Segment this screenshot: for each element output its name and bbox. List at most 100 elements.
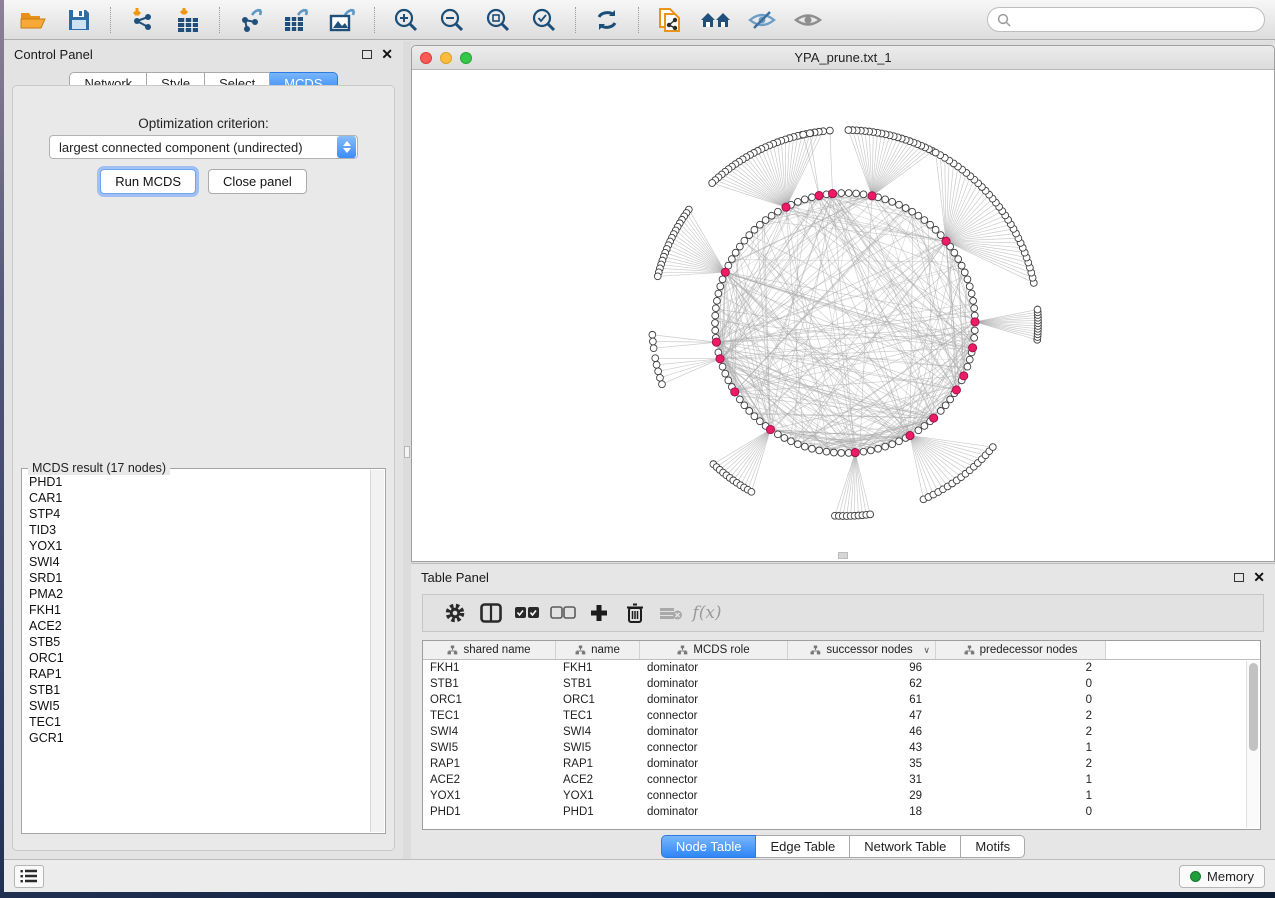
result-list-item[interactable]: TID3 bbox=[29, 522, 370, 538]
cell-name[interactable]: SWI4 bbox=[556, 724, 640, 740]
cell-name[interactable]: ACE2 bbox=[556, 772, 640, 788]
cell-shared-name[interactable]: ORC1 bbox=[423, 692, 556, 708]
network-node[interactable] bbox=[809, 194, 816, 201]
network-graph[interactable] bbox=[412, 70, 1274, 561]
cell-predecessor-nodes[interactable]: 1 bbox=[936, 788, 1106, 804]
table-row[interactable]: SWI4SWI4dominator462 bbox=[423, 724, 1260, 740]
table-settings-button[interactable] bbox=[437, 602, 473, 624]
dominator-node[interactable] bbox=[906, 431, 914, 439]
leaf-node[interactable] bbox=[657, 374, 664, 381]
delete-column-button[interactable] bbox=[617, 602, 653, 624]
network-node[interactable] bbox=[942, 402, 949, 409]
network-node[interactable] bbox=[712, 327, 719, 334]
network-node[interactable] bbox=[966, 356, 973, 363]
network-node[interactable] bbox=[768, 212, 775, 219]
cell-shared-name[interactable]: ACE2 bbox=[423, 772, 556, 788]
dominator-node[interactable] bbox=[930, 414, 938, 422]
refresh-view-button[interactable] bbox=[588, 4, 626, 36]
network-node[interactable] bbox=[722, 370, 729, 377]
network-node[interactable] bbox=[961, 269, 968, 276]
zoom-in-button[interactable] bbox=[387, 4, 425, 36]
network-node[interactable] bbox=[712, 305, 719, 312]
leaf-node[interactable] bbox=[932, 149, 939, 156]
cell-successor-nodes[interactable]: 29 bbox=[788, 788, 936, 804]
cell-successor-nodes[interactable]: 35 bbox=[788, 756, 936, 772]
leaf-node[interactable] bbox=[800, 131, 807, 138]
network-node[interactable] bbox=[955, 256, 962, 263]
cell-shared-name[interactable]: PHD1 bbox=[423, 804, 556, 820]
cell-predecessor-nodes[interactable]: 2 bbox=[936, 708, 1106, 724]
network-node[interactable] bbox=[889, 198, 896, 205]
network-node[interactable] bbox=[915, 427, 922, 434]
network-node[interactable] bbox=[794, 198, 801, 205]
result-list-item[interactable]: GCR1 bbox=[29, 730, 370, 746]
network-node[interactable] bbox=[741, 402, 748, 409]
result-list-item[interactable]: CAR1 bbox=[29, 490, 370, 506]
network-node[interactable] bbox=[875, 445, 882, 452]
cell-shared-name[interactable]: YOX1 bbox=[423, 788, 556, 804]
network-node[interactable] bbox=[860, 448, 867, 455]
cell-shared-name[interactable]: RAP1 bbox=[423, 756, 556, 772]
network-node[interactable] bbox=[712, 320, 719, 327]
network-node[interactable] bbox=[845, 190, 852, 197]
network-node[interactable] bbox=[728, 256, 735, 263]
network-node[interactable] bbox=[921, 217, 928, 224]
dominator-node[interactable] bbox=[716, 355, 724, 363]
leaf-node[interactable] bbox=[650, 345, 657, 352]
result-list-item[interactable]: STP4 bbox=[29, 506, 370, 522]
cell-name[interactable]: STB1 bbox=[556, 676, 640, 692]
tab-network-table[interactable]: Network Table bbox=[850, 835, 961, 858]
network-node[interactable] bbox=[971, 327, 978, 334]
network-node[interactable] bbox=[853, 190, 860, 197]
dominator-node[interactable] bbox=[868, 192, 876, 200]
column-header-name[interactable]: name bbox=[556, 641, 640, 659]
first-neighbors-button[interactable] bbox=[697, 4, 735, 36]
network-node[interactable] bbox=[746, 232, 753, 239]
cell-mcds-role[interactable]: connector bbox=[640, 772, 788, 788]
cell-mcds-role[interactable]: dominator bbox=[640, 692, 788, 708]
result-list-item[interactable]: ACE2 bbox=[29, 618, 370, 634]
network-node[interactable] bbox=[715, 290, 722, 297]
network-node[interactable] bbox=[968, 290, 975, 297]
cell-name[interactable]: RAP1 bbox=[556, 756, 640, 772]
network-node[interactable] bbox=[781, 435, 788, 442]
table-row[interactable]: RAP1RAP1dominator352 bbox=[423, 756, 1260, 772]
network-node[interactable] bbox=[947, 396, 954, 403]
deselect-all-columns-button[interactable] bbox=[545, 606, 581, 620]
network-node[interactable] bbox=[971, 305, 978, 312]
network-node[interactable] bbox=[719, 363, 726, 370]
leaf-node[interactable] bbox=[654, 273, 661, 280]
cell-successor-nodes[interactable]: 96 bbox=[788, 660, 936, 676]
network-node[interactable] bbox=[794, 441, 801, 448]
cell-mcds-role[interactable]: dominator bbox=[640, 724, 788, 740]
network-node[interactable] bbox=[774, 431, 781, 438]
network-node[interactable] bbox=[951, 249, 958, 256]
close-table-panel-icon[interactable]: ✕ bbox=[1253, 572, 1265, 582]
dominator-node[interactable] bbox=[828, 189, 836, 197]
network-node[interactable] bbox=[937, 408, 944, 415]
open-file-button[interactable] bbox=[14, 4, 52, 36]
cell-mcds-role[interactable]: dominator bbox=[640, 660, 788, 676]
dominator-node[interactable] bbox=[952, 386, 960, 394]
show-all-button[interactable] bbox=[789, 4, 827, 36]
cell-predecessor-nodes[interactable]: 0 bbox=[936, 676, 1106, 692]
result-list-item[interactable]: SWI4 bbox=[29, 554, 370, 570]
clone-network-button[interactable] bbox=[651, 4, 689, 36]
network-node[interactable] bbox=[964, 363, 971, 370]
mcds-result-list[interactable]: PHD1CAR1STP4TID3YOX1SWI4SRD1PMA2FKH1ACE2… bbox=[23, 470, 370, 832]
network-node[interactable] bbox=[756, 221, 763, 228]
network-node[interactable] bbox=[751, 226, 758, 233]
import-table-button[interactable] bbox=[169, 4, 207, 36]
cell-name[interactable]: YOX1 bbox=[556, 788, 640, 804]
leaf-node[interactable] bbox=[709, 180, 716, 187]
zoom-fit-button[interactable] bbox=[479, 4, 517, 36]
network-node[interactable] bbox=[816, 447, 823, 454]
network-node[interactable] bbox=[902, 205, 909, 212]
network-node[interactable] bbox=[838, 450, 845, 457]
network-node[interactable] bbox=[932, 226, 939, 233]
cell-predecessor-nodes[interactable]: 0 bbox=[936, 692, 1106, 708]
result-list-item[interactable]: RAP1 bbox=[29, 666, 370, 682]
export-table-button[interactable] bbox=[278, 4, 316, 36]
network-node[interactable] bbox=[719, 276, 726, 283]
function-builder-button[interactable]: f(x) bbox=[689, 603, 725, 623]
